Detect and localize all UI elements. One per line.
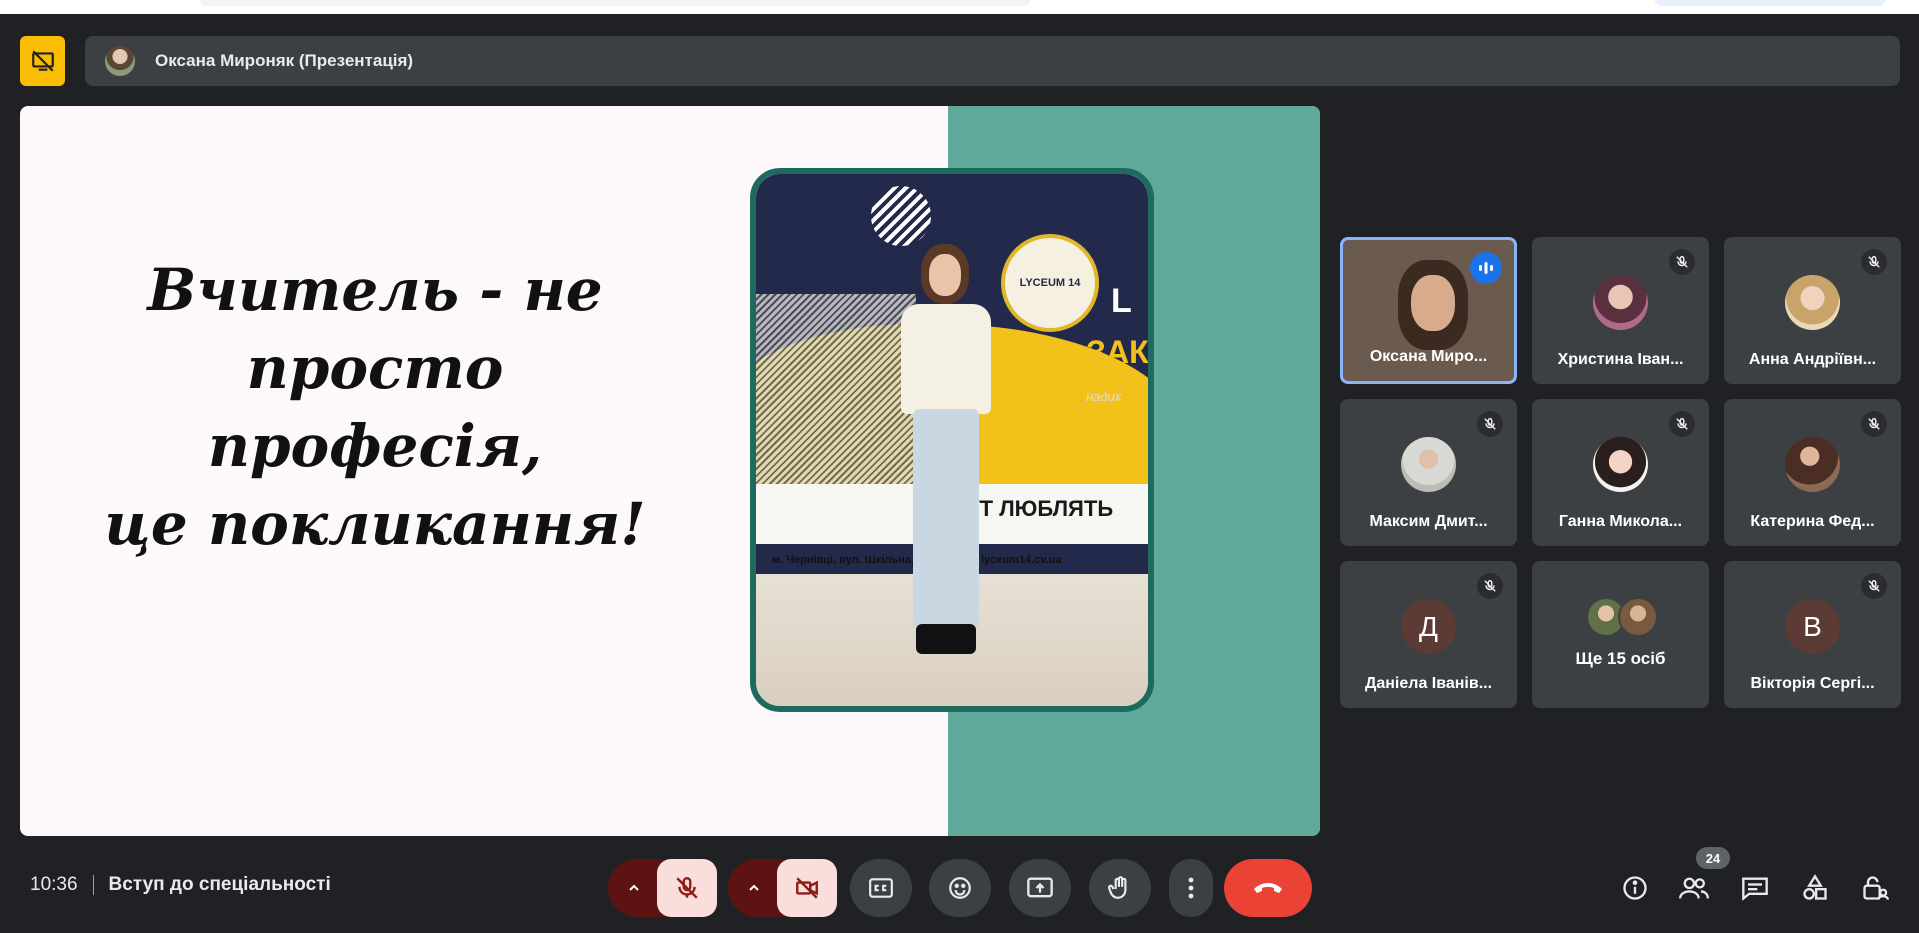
lock-person-icon [1863, 876, 1889, 900]
chevron-up-icon [629, 884, 639, 891]
meeting-details-button[interactable] [1615, 868, 1655, 908]
hand-icon [1108, 876, 1127, 899]
people-count-badge: 24 [1696, 847, 1730, 869]
address-bar[interactable] [200, 0, 1030, 6]
photo-person [891, 244, 1001, 674]
participant-name: Вікторія Сергі... [1750, 675, 1875, 692]
photo-stripe-circle [871, 186, 931, 246]
participant-tile[interactable]: Максим Дмит... [1340, 399, 1517, 546]
meeting-title: Вступ до спеціальності [108, 874, 331, 895]
presenter-avatar [105, 46, 135, 76]
participant-name: Ганна Микола... [1558, 513, 1683, 530]
more-participants-label: Ще 15 осіб [1575, 649, 1666, 668]
participant-avatar [1618, 597, 1658, 637]
camera-toggle-button[interactable] [777, 859, 837, 917]
reactions-button[interactable] [929, 859, 991, 917]
muted-mic-icon [1669, 411, 1695, 437]
participant-name: Катерина Фед... [1750, 513, 1875, 530]
browser-top-strip [0, 0, 1919, 14]
participant-name: Анна Андріївн... [1748, 351, 1877, 368]
participant-tile[interactable]: Ганна Микола... [1532, 399, 1709, 546]
muted-mic-icon [1477, 573, 1503, 599]
chat-icon [1742, 877, 1768, 901]
activities-button[interactable] [1795, 868, 1835, 908]
presenter-title: Оксана Мироняк (Презентація) [155, 51, 414, 70]
participant-tile[interactable]: В Вікторія Сергі... [1724, 561, 1901, 708]
quote-line-2: професія, [207, 412, 543, 480]
presenter-bar: Оксана Мироняк (Презентація) [85, 36, 1900, 86]
participant-avatar [1785, 437, 1840, 492]
leave-call-button[interactable] [1224, 859, 1312, 917]
people-icon [1679, 877, 1709, 899]
participant-initial: В [1785, 599, 1840, 654]
microphone-toggle-button[interactable] [657, 859, 717, 917]
present-screen-icon [1027, 877, 1053, 898]
participant-name: Оксана Миро... [1369, 348, 1488, 365]
participant-avatar [1785, 275, 1840, 330]
photo-banner-letter: L [1111, 282, 1132, 320]
slide-photo: LYCEUM 14 L ЗАК надих УТ ЛЮБЛЯТЬ м. Черн… [750, 168, 1154, 712]
mic-off-icon [676, 877, 698, 899]
more-participants-tile[interactable]: Ще 15 осіб [1532, 561, 1709, 708]
presentation-slide: Вчитель - не просто професія, це поклика… [20, 106, 1320, 836]
participant-tile[interactable]: Анна Андріївн... [1724, 237, 1901, 384]
meeting-info: 10:36 Вступ до спеціальності [30, 874, 331, 896]
photo-banner-big: ЗАК [1086, 334, 1149, 370]
camera-off-icon [796, 877, 818, 899]
more-options-button[interactable] [1169, 859, 1213, 917]
participant-name: Максим Дмит... [1369, 513, 1488, 530]
muted-mic-icon [1861, 249, 1887, 275]
raise-hand-button[interactable] [1089, 859, 1151, 917]
browser-button[interactable] [1655, 0, 1885, 6]
muted-mic-icon [1861, 411, 1887, 437]
participant-avatar [1593, 275, 1648, 330]
speaking-indicator-icon [1470, 252, 1502, 284]
slide-quote: Вчитель - не просто професія, це поклика… [80, 251, 670, 563]
participant-tile[interactable]: Христина Іван... [1532, 237, 1709, 384]
participant-name: Даніела Іванів... [1364, 675, 1493, 692]
quote-line-1: Вчитель - не просто [147, 256, 603, 402]
info-icon [1623, 876, 1647, 900]
host-controls-button[interactable] [1855, 868, 1895, 908]
emoji-icon [949, 877, 971, 899]
photo-banner-small: надих [1086, 389, 1122, 404]
participant-tile[interactable]: Катерина Фед... [1724, 399, 1901, 546]
stop-presenting-icon[interactable] [20, 36, 65, 86]
participant-tile[interactable]: Оксана Миро... [1340, 237, 1517, 384]
participant-face [1411, 275, 1455, 331]
muted-mic-icon [1861, 573, 1887, 599]
chat-button[interactable] [1735, 868, 1775, 908]
chevron-up-icon [749, 884, 759, 891]
muted-mic-icon [1669, 249, 1695, 275]
shapes-icon [1803, 874, 1827, 900]
photo-logo: LYCEUM 14 [1001, 234, 1099, 332]
muted-mic-icon [1477, 411, 1503, 437]
present-screen-button[interactable] [1009, 859, 1071, 917]
participant-name: Христина Іван... [1557, 351, 1684, 368]
participant-tile[interactable]: Д Даніела Іванів... [1340, 561, 1517, 708]
participant-initial: Д [1401, 599, 1456, 654]
captions-icon [869, 878, 893, 898]
more-vert-icon [1188, 877, 1194, 899]
clock-time: 10:36 [30, 874, 78, 895]
participant-avatar [1401, 437, 1456, 492]
end-call-icon [1254, 883, 1282, 893]
divider [92, 875, 94, 895]
people-button[interactable] [1674, 868, 1714, 908]
participant-avatar [1593, 437, 1648, 492]
quote-line-3: це покликання! [104, 490, 646, 558]
captions-button[interactable] [850, 859, 912, 917]
